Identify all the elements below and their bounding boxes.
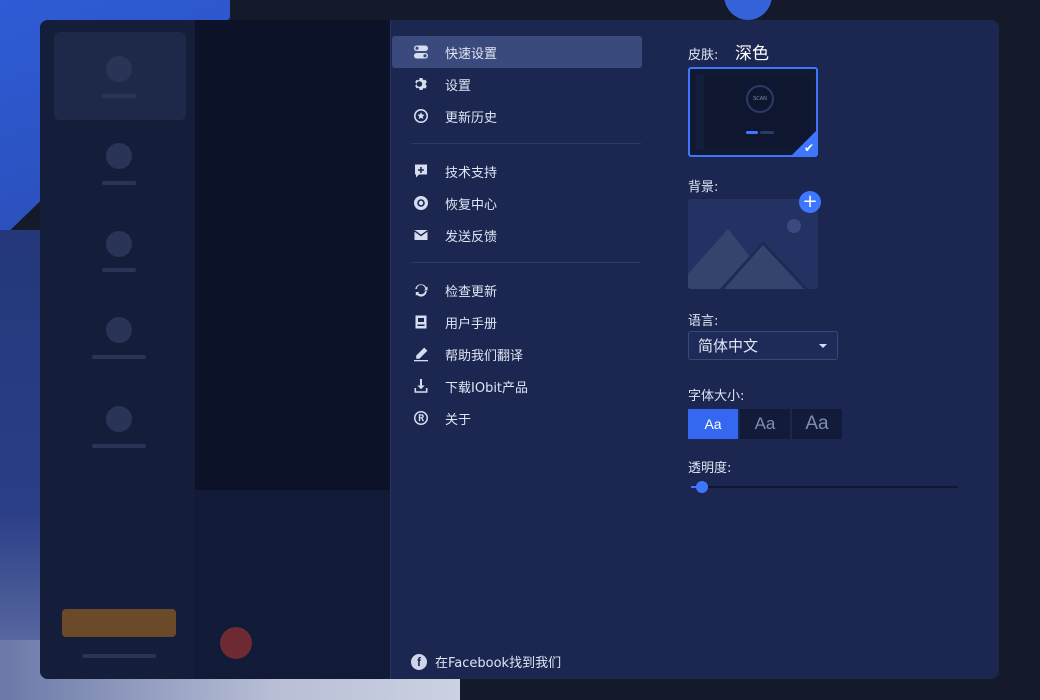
menu-item-update-history[interactable]: 更新历史 — [392, 100, 642, 132]
menu-item-help-translate[interactable]: 帮助我们翻译 — [392, 338, 642, 370]
menu-item-label: 技术支持 — [445, 165, 498, 181]
language-select[interactable]: 简体中文 — [688, 331, 838, 360]
menu-divider — [411, 262, 641, 263]
menu-item-label: 检查更新 — [445, 284, 498, 300]
registered-icon — [412, 409, 430, 427]
app-window: 快速设置 设置 更新历史 技术支持 恢复中心 发送反馈 检查更新 用户手册 帮助… — [40, 20, 999, 679]
menu-item-label: 设置 — [445, 78, 472, 94]
lifebuoy-icon — [412, 194, 430, 212]
font-size-options: Aa Aa Aa — [688, 409, 844, 439]
dimmed-nav-icon — [106, 56, 132, 82]
manual-icon — [412, 313, 430, 331]
menu-item-label: 帮助我们翻译 — [445, 348, 524, 364]
language-label: 语言: — [688, 314, 719, 329]
facebook-icon: f — [411, 653, 427, 670]
skin-preview-bar — [746, 131, 758, 134]
skin-option-dark[interactable]: SCAN ✔ — [688, 67, 818, 157]
menu-item-label: 更新历史 — [445, 110, 498, 126]
dimmed-license-text — [82, 654, 156, 658]
menu-item-user-manual[interactable]: 用户手册 — [392, 306, 642, 338]
menu-item-rescue-center[interactable]: 恢复中心 — [392, 187, 642, 219]
menu-item-download-iobit[interactable]: 下载IObit产品 — [392, 370, 642, 402]
facebook-link[interactable]: f 在Facebook找到我们 — [411, 652, 561, 671]
background-label: 背景: — [688, 180, 719, 195]
toggle-icon — [412, 43, 430, 61]
skin-preview-bar — [760, 131, 774, 134]
opacity-label: 透明度: — [688, 461, 732, 476]
menu-item-tech-support[interactable]: 技术支持 — [392, 155, 642, 187]
menu-divider — [411, 143, 641, 144]
pen-icon — [412, 345, 430, 363]
dimmed-upgrade-button — [62, 609, 176, 637]
dimmed-nav-label — [102, 94, 136, 98]
refresh-icon — [412, 281, 430, 299]
menu-item-check-updates[interactable]: 检查更新 — [392, 274, 642, 306]
dimmed-promo-badge — [220, 627, 252, 659]
gear-icon — [412, 75, 430, 93]
caret-down-icon — [819, 344, 827, 348]
font-size-label: 字体大小: — [688, 389, 745, 404]
skin-preview-scan: SCAN — [746, 85, 774, 113]
dimmed-nav-label — [102, 268, 136, 272]
image-placeholder-icon — [688, 219, 808, 289]
background-dot — [724, 0, 772, 20]
support-chat-icon — [412, 162, 430, 180]
checkmark-icon: ✔ — [803, 141, 814, 155]
dimmed-content — [195, 20, 390, 490]
font-size-large-button[interactable]: Aa — [792, 409, 842, 439]
menu-item-about[interactable]: 关于 — [392, 402, 642, 434]
add-background-button[interactable]: + — [799, 191, 821, 213]
opacity-slider[interactable] — [691, 481, 958, 493]
quick-settings-menu: 快速设置 设置 更新历史 技术支持 恢复中心 发送反馈 检查更新 用户手册 帮助… — [391, 36, 643, 434]
dimmed-nav-icon — [106, 231, 132, 257]
menu-item-label: 下载IObit产品 — [445, 380, 529, 396]
dimmed-nav-label — [102, 181, 136, 185]
font-size-small-button[interactable]: Aa — [688, 409, 738, 439]
dimmed-nav-icon — [106, 317, 132, 343]
language-value: 简体中文 — [698, 337, 759, 355]
menu-item-label: 关于 — [445, 412, 472, 428]
menu-item-quick-settings[interactable]: 快速设置 — [392, 36, 642, 68]
star-circle-icon — [412, 107, 430, 125]
background-option[interactable] — [688, 199, 818, 289]
dimmed-nav-label — [92, 444, 146, 448]
menu-item-label: 快速设置 — [445, 46, 498, 62]
background-shape-lower — [0, 230, 40, 700]
menu-item-label: 发送反馈 — [445, 229, 498, 245]
skin-value: 深色 — [735, 44, 769, 64]
settings-column: 皮肤: 深色 SCAN ✔ 背景: + 语言: 简体中文 字体大小: Aa Aa… — [688, 20, 988, 679]
quick-settings-panel: 快速设置 设置 更新历史 技术支持 恢复中心 发送反馈 检查更新 用户手册 帮助… — [390, 20, 999, 679]
skin-label: 皮肤: — [688, 48, 719, 63]
font-size-medium-button[interactable]: Aa — [740, 409, 790, 439]
dimmed-nav-icon — [106, 143, 132, 169]
menu-item-label: 恢复中心 — [445, 197, 498, 213]
envelope-icon — [412, 226, 430, 244]
dimmed-sidebar — [40, 20, 195, 679]
menu-item-send-feedback[interactable]: 发送反馈 — [392, 219, 642, 251]
dimmed-app-area — [40, 20, 390, 679]
opacity-slider-thumb[interactable] — [696, 481, 708, 493]
menu-item-settings[interactable]: 设置 — [392, 68, 642, 100]
facebook-link-label: 在Facebook找到我们 — [435, 656, 562, 671]
dimmed-nav-icon — [106, 406, 132, 432]
dimmed-nav-label — [92, 355, 146, 359]
skin-preview-sidebar — [696, 75, 704, 149]
menu-item-label: 用户手册 — [445, 316, 498, 332]
download-icon — [412, 377, 430, 395]
